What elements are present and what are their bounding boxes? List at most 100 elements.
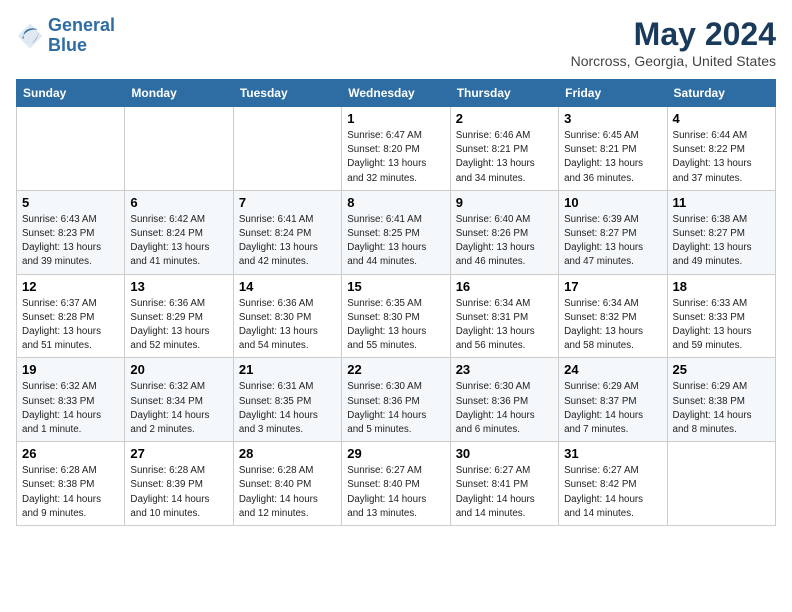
day-number: 10 bbox=[564, 195, 661, 210]
page-subtitle: Norcross, Georgia, United States bbox=[571, 53, 776, 69]
calendar-day-cell: 9 Sunrise: 6:40 AM Sunset: 8:26 PM Daylig… bbox=[450, 190, 558, 274]
day-number: 8 bbox=[347, 195, 444, 210]
calendar-header-cell: Sunday bbox=[17, 80, 125, 107]
calendar-day-cell: 19 Sunrise: 6:32 AM Sunset: 8:33 PM Dayli… bbox=[17, 358, 125, 442]
calendar-day-cell: 20 Sunrise: 6:32 AM Sunset: 8:34 PM Dayli… bbox=[125, 358, 233, 442]
calendar-day-cell: 13 Sunrise: 6:36 AM Sunset: 8:29 PM Dayli… bbox=[125, 274, 233, 358]
day-number: 18 bbox=[673, 279, 770, 294]
day-info: Sunrise: 6:40 AM Sunset: 8:26 PM Dayligh… bbox=[456, 213, 553, 270]
day-number: 28 bbox=[239, 446, 336, 461]
day-info: Sunrise: 6:28 AM Sunset: 8:40 PM Dayligh… bbox=[239, 464, 336, 521]
day-info: Sunrise: 6:41 AM Sunset: 8:25 PM Dayligh… bbox=[347, 213, 444, 270]
calendar-table: SundayMondayTuesdayWednesdayThursdayFrid… bbox=[16, 79, 776, 526]
day-info: Sunrise: 6:39 AM Sunset: 8:27 PM Dayligh… bbox=[564, 213, 661, 270]
day-number: 9 bbox=[456, 195, 553, 210]
day-number: 21 bbox=[239, 362, 336, 377]
calendar-day-cell bbox=[125, 107, 233, 191]
calendar-day-cell bbox=[17, 107, 125, 191]
day-number: 31 bbox=[564, 446, 661, 461]
day-number: 17 bbox=[564, 279, 661, 294]
calendar-week-row: 5 Sunrise: 6:43 AM Sunset: 8:23 PM Daylig… bbox=[17, 190, 776, 274]
day-number: 23 bbox=[456, 362, 553, 377]
day-info: Sunrise: 6:43 AM Sunset: 8:23 PM Dayligh… bbox=[22, 213, 119, 270]
calendar-day-cell: 24 Sunrise: 6:29 AM Sunset: 8:37 PM Dayli… bbox=[559, 358, 667, 442]
calendar-day-cell: 25Sunrise: 6:29 AM Sunset: 8:38 PM Dayli… bbox=[667, 358, 775, 442]
calendar-header-cell: Saturday bbox=[667, 80, 775, 107]
calendar-header-row: SundayMondayTuesdayWednesdayThursdayFrid… bbox=[17, 80, 776, 107]
day-info: Sunrise: 6:36 AM Sunset: 8:30 PM Dayligh… bbox=[239, 297, 336, 354]
calendar-day-cell: 26 Sunrise: 6:28 AM Sunset: 8:38 PM Dayli… bbox=[17, 442, 125, 526]
calendar-week-row: 19 Sunrise: 6:32 AM Sunset: 8:33 PM Dayli… bbox=[17, 358, 776, 442]
day-number: 30 bbox=[456, 446, 553, 461]
calendar-day-cell bbox=[667, 442, 775, 526]
calendar-header-cell: Tuesday bbox=[233, 80, 341, 107]
calendar-day-cell: 22Sunrise: 6:30 AM Sunset: 8:36 PM Dayli… bbox=[342, 358, 450, 442]
day-info: Sunrise: 6:44 AM Sunset: 8:22 PM Dayligh… bbox=[673, 129, 770, 186]
calendar-day-cell: 10 Sunrise: 6:39 AM Sunset: 8:27 PM Dayli… bbox=[559, 190, 667, 274]
calendar-header-cell: Thursday bbox=[450, 80, 558, 107]
day-info: Sunrise: 6:32 AM Sunset: 8:33 PM Dayligh… bbox=[22, 380, 119, 437]
day-number: 4 bbox=[673, 111, 770, 126]
logo: General Blue bbox=[16, 16, 115, 56]
day-info: Sunrise: 6:45 AM Sunset: 8:21 PM Dayligh… bbox=[564, 129, 661, 186]
calendar-body: 1 Sunrise: 6:47 AM Sunset: 8:20 PM Daylig… bbox=[17, 107, 776, 526]
calendar-day-cell: 6 Sunrise: 6:42 AM Sunset: 8:24 PM Daylig… bbox=[125, 190, 233, 274]
calendar-day-cell: 29 Sunrise: 6:27 AM Sunset: 8:40 PM Dayli… bbox=[342, 442, 450, 526]
day-info: Sunrise: 6:41 AM Sunset: 8:24 PM Dayligh… bbox=[239, 213, 336, 270]
day-info: Sunrise: 6:35 AM Sunset: 8:30 PM Dayligh… bbox=[347, 297, 444, 354]
day-info: Sunrise: 6:37 AM Sunset: 8:28 PM Dayligh… bbox=[22, 297, 119, 354]
calendar-day-cell: 4 Sunrise: 6:44 AM Sunset: 8:22 PM Daylig… bbox=[667, 107, 775, 191]
day-number: 12 bbox=[22, 279, 119, 294]
day-info: Sunrise: 6:47 AM Sunset: 8:20 PM Dayligh… bbox=[347, 129, 444, 186]
calendar-day-cell: 1 Sunrise: 6:47 AM Sunset: 8:20 PM Daylig… bbox=[342, 107, 450, 191]
calendar-day-cell bbox=[233, 107, 341, 191]
day-info: Sunrise: 6:34 AM Sunset: 8:32 PM Dayligh… bbox=[564, 297, 661, 354]
day-info: Sunrise: 6:32 AM Sunset: 8:34 PM Dayligh… bbox=[130, 380, 227, 437]
logo-icon bbox=[16, 22, 44, 50]
day-info: Sunrise: 6:36 AM Sunset: 8:29 PM Dayligh… bbox=[130, 297, 227, 354]
day-info: Sunrise: 6:27 AM Sunset: 8:42 PM Dayligh… bbox=[564, 464, 661, 521]
day-number: 13 bbox=[130, 279, 227, 294]
day-number: 15 bbox=[347, 279, 444, 294]
day-number: 2 bbox=[456, 111, 553, 126]
calendar-day-cell: 30Sunrise: 6:27 AM Sunset: 8:41 PM Dayli… bbox=[450, 442, 558, 526]
calendar-week-row: 12 Sunrise: 6:37 AM Sunset: 8:28 PM Dayli… bbox=[17, 274, 776, 358]
calendar-day-cell: 17 Sunrise: 6:34 AM Sunset: 8:32 PM Dayli… bbox=[559, 274, 667, 358]
day-info: Sunrise: 6:33 AM Sunset: 8:33 PM Dayligh… bbox=[673, 297, 770, 354]
title-block: May 2024 Norcross, Georgia, United State… bbox=[571, 16, 776, 69]
day-info: Sunrise: 6:46 AM Sunset: 8:21 PM Dayligh… bbox=[456, 129, 553, 186]
calendar-day-cell: 7Sunrise: 6:41 AM Sunset: 8:24 PM Daylig… bbox=[233, 190, 341, 274]
day-number: 14 bbox=[239, 279, 336, 294]
page-title: May 2024 bbox=[571, 16, 776, 53]
day-info: Sunrise: 6:27 AM Sunset: 8:40 PM Dayligh… bbox=[347, 464, 444, 521]
page-header: General Blue May 2024 Norcross, Georgia,… bbox=[16, 16, 776, 69]
day-info: Sunrise: 6:30 AM Sunset: 8:36 PM Dayligh… bbox=[456, 380, 553, 437]
day-number: 24 bbox=[564, 362, 661, 377]
calendar-day-cell: 15 Sunrise: 6:35 AM Sunset: 8:30 PM Dayli… bbox=[342, 274, 450, 358]
day-number: 1 bbox=[347, 111, 444, 126]
day-number: 26 bbox=[22, 446, 119, 461]
logo-text: General Blue bbox=[48, 16, 115, 56]
day-number: 3 bbox=[564, 111, 661, 126]
day-number: 25 bbox=[673, 362, 770, 377]
calendar-day-cell: 3 Sunrise: 6:45 AM Sunset: 8:21 PM Daylig… bbox=[559, 107, 667, 191]
day-number: 20 bbox=[130, 362, 227, 377]
calendar-day-cell: 11 Sunrise: 6:38 AM Sunset: 8:27 PM Dayli… bbox=[667, 190, 775, 274]
day-number: 19 bbox=[22, 362, 119, 377]
calendar-day-cell: 2 Sunrise: 6:46 AM Sunset: 8:21 PM Daylig… bbox=[450, 107, 558, 191]
day-number: 5 bbox=[22, 195, 119, 210]
day-info: Sunrise: 6:34 AM Sunset: 8:31 PM Dayligh… bbox=[456, 297, 553, 354]
calendar-header-cell: Friday bbox=[559, 80, 667, 107]
calendar-day-cell: 16Sunrise: 6:34 AM Sunset: 8:31 PM Dayli… bbox=[450, 274, 558, 358]
page-container: General Blue May 2024 Norcross, Georgia,… bbox=[0, 0, 792, 536]
calendar-header-cell: Wednesday bbox=[342, 80, 450, 107]
day-number: 6 bbox=[130, 195, 227, 210]
calendar-day-cell: 27Sunrise: 6:28 AM Sunset: 8:39 PM Dayli… bbox=[125, 442, 233, 526]
day-number: 29 bbox=[347, 446, 444, 461]
calendar-day-cell: 5 Sunrise: 6:43 AM Sunset: 8:23 PM Daylig… bbox=[17, 190, 125, 274]
day-info: Sunrise: 6:42 AM Sunset: 8:24 PM Dayligh… bbox=[130, 213, 227, 270]
day-info: Sunrise: 6:38 AM Sunset: 8:27 PM Dayligh… bbox=[673, 213, 770, 270]
day-number: 11 bbox=[673, 195, 770, 210]
day-info: Sunrise: 6:28 AM Sunset: 8:38 PM Dayligh… bbox=[22, 464, 119, 521]
day-info: Sunrise: 6:29 AM Sunset: 8:37 PM Dayligh… bbox=[564, 380, 661, 437]
